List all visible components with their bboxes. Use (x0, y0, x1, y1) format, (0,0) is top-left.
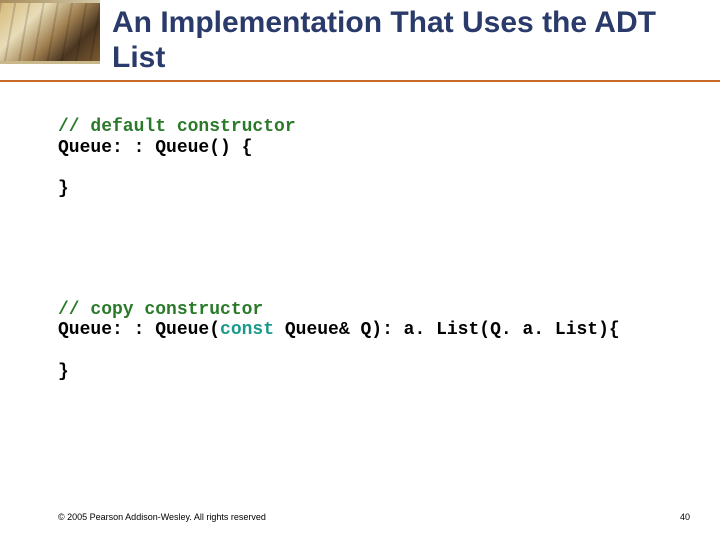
default-constructor-code: // default constructor Queue: : Queue() … (58, 117, 680, 200)
page-number: 40 (680, 512, 690, 522)
copy-constructor-signature: Queue: : Queue(const Queue& Q): a. List(… (58, 320, 680, 341)
default-constructor-close: } (58, 179, 680, 200)
decorative-under-border (0, 61, 100, 64)
default-constructor-signature: Queue: : Queue() { (58, 138, 680, 159)
copyright-text: © 2005 Pearson Addison-Wesley. All right… (58, 512, 266, 522)
copy-constructor-close: } (58, 362, 680, 383)
copy-sig-post: Queue& Q): a. List(Q. a. List){ (274, 320, 620, 340)
copy-constructor-comment: // copy constructor (58, 300, 680, 321)
copy-sig-pre: Queue: : Queue( (58, 320, 220, 340)
copy-constructor-code: // copy constructor Queue: : Queue(const… (58, 300, 680, 383)
title-underline (0, 80, 720, 82)
decorative-corner-image (0, 3, 100, 61)
code-content: // default constructor Queue: : Queue() … (58, 117, 680, 483)
copy-sig-keyword: const (220, 320, 274, 340)
slide-title: An Implementation That Uses the ADT List (112, 6, 700, 75)
default-constructor-comment: // default constructor (58, 117, 680, 138)
